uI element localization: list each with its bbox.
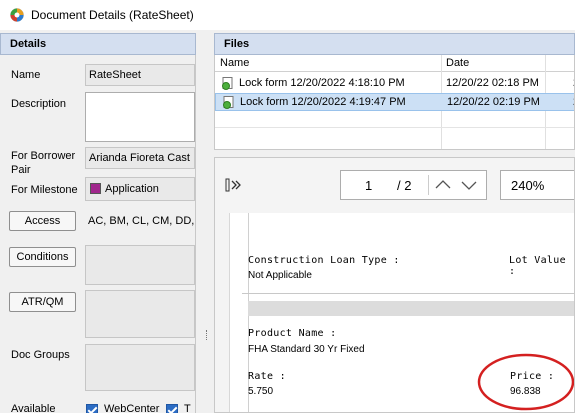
atr-qm-button-label: ATR/QM [21, 296, 64, 308]
previous-page-icon[interactable] [433, 177, 453, 193]
milestone-label: For Milestone [11, 184, 78, 196]
document-page: Construction Loan Type : Not Applicable … [229, 213, 574, 412]
description-label: Description [11, 98, 67, 110]
file-date: 12/20/22 02:19 PM [447, 96, 540, 108]
files-grid-header: Name Date [215, 55, 574, 72]
description-field[interactable] [85, 92, 195, 142]
conditions-button[interactable]: Conditions [9, 247, 76, 267]
access-button[interactable]: Access [9, 211, 76, 231]
conditions-list [85, 245, 195, 285]
file-row-selected[interactable]: Lock form 12/20/2022 4:19:47 PM 12/20/22… [215, 93, 574, 111]
zoom-dropdown[interactable]: 240% [500, 170, 574, 200]
webcenter-label: WebCenter [104, 403, 160, 413]
rate-value: 5.750 [248, 386, 274, 397]
conditions-button-label: Conditions [16, 251, 69, 263]
details-header-label: Details [10, 38, 47, 50]
atr-qm-list [85, 290, 195, 338]
section-divider [242, 293, 574, 294]
atr-qm-button[interactable]: ATR/QM [9, 292, 76, 312]
splitter-grip-icon [206, 330, 209, 340]
available-label: Available [11, 403, 56, 413]
lot-value-label: Lot Value : [509, 255, 566, 277]
product-name-label: Product Name : [248, 328, 337, 339]
rate-label: Rate : [248, 371, 286, 382]
zoom-value: 240% [511, 178, 545, 193]
access-values: AC, BM, CL, CM, DD, [88, 215, 195, 227]
borrower-pair-label-line1: For Borrower [11, 150, 76, 162]
borrower-pair-dropdown[interactable]: Arianda Fioreta Cast [85, 147, 195, 169]
window-title: Document Details (RateSheet) [31, 8, 194, 22]
page-number-input[interactable]: 1 [365, 178, 372, 193]
file-name: Lock form 12/20/2022 4:19:47 PM [240, 96, 406, 108]
grid-empty-divider [215, 127, 574, 128]
milestone-value: Application [105, 183, 159, 195]
column-header-date[interactable]: Date [446, 57, 469, 69]
nav-divider [428, 175, 429, 195]
document-icon [222, 77, 233, 90]
next-page-icon[interactable] [459, 177, 479, 193]
files-header-label: Files [224, 38, 250, 50]
document-icon [223, 96, 234, 109]
borrower-pair-value: Arianda Fioreta Cast [89, 152, 190, 164]
panel-splitter[interactable] [203, 30, 212, 413]
page-total: / 2 [397, 178, 412, 193]
construction-loan-type-value: Not Applicable [248, 270, 312, 281]
files-panel-header: Files [214, 33, 575, 55]
webcenter-checkbox[interactable] [86, 404, 98, 413]
file-date: 12/20/22 02:18 PM [446, 77, 539, 89]
doc-groups-label: Doc Groups [11, 349, 70, 361]
page-navigator: 1 / 2 [340, 170, 487, 200]
column-header-name[interactable]: Name [220, 57, 249, 69]
app-icon [10, 8, 24, 22]
files-grid: Name Date Lock form 12/20/2022 4:18:10 P… [214, 55, 575, 150]
title-bar: Document Details (RateSheet) [0, 0, 575, 30]
name-field-value: RateSheet [89, 69, 141, 81]
milestone-dropdown[interactable]: Application [85, 177, 195, 201]
name-label: Name [11, 69, 41, 81]
access-button-label: Access [24, 215, 61, 227]
borrower-pair-label-line2: Pair [11, 164, 31, 176]
document-viewer: 1 / 2 240% Construction Loan Type : Not … [214, 157, 575, 413]
document-details-window: Document Details (RateSheet) Details Nam… [0, 0, 575, 413]
product-name-value: FHA Standard 30 Yr Fixed [248, 344, 365, 355]
file-row[interactable]: Lock form 12/20/2022 4:18:10 PM 12/20/22… [215, 75, 574, 93]
file-name: Lock form 12/20/2022 4:18:10 PM [239, 77, 405, 89]
construction-loan-type-label: Construction Loan Type : [248, 255, 400, 266]
red-highlight-ellipse [477, 353, 574, 411]
second-available-label: T [184, 403, 191, 413]
second-available-checkbox[interactable] [166, 404, 178, 413]
sidebar-toggle-icon[interactable] [225, 177, 243, 193]
section-band [248, 301, 574, 316]
name-field[interactable]: RateSheet [85, 64, 195, 86]
details-panel: Name RateSheet Description For Borrower … [0, 55, 196, 413]
milestone-color-swatch [90, 183, 101, 194]
doc-groups-list [85, 344, 195, 391]
details-panel-header: Details [0, 33, 196, 55]
